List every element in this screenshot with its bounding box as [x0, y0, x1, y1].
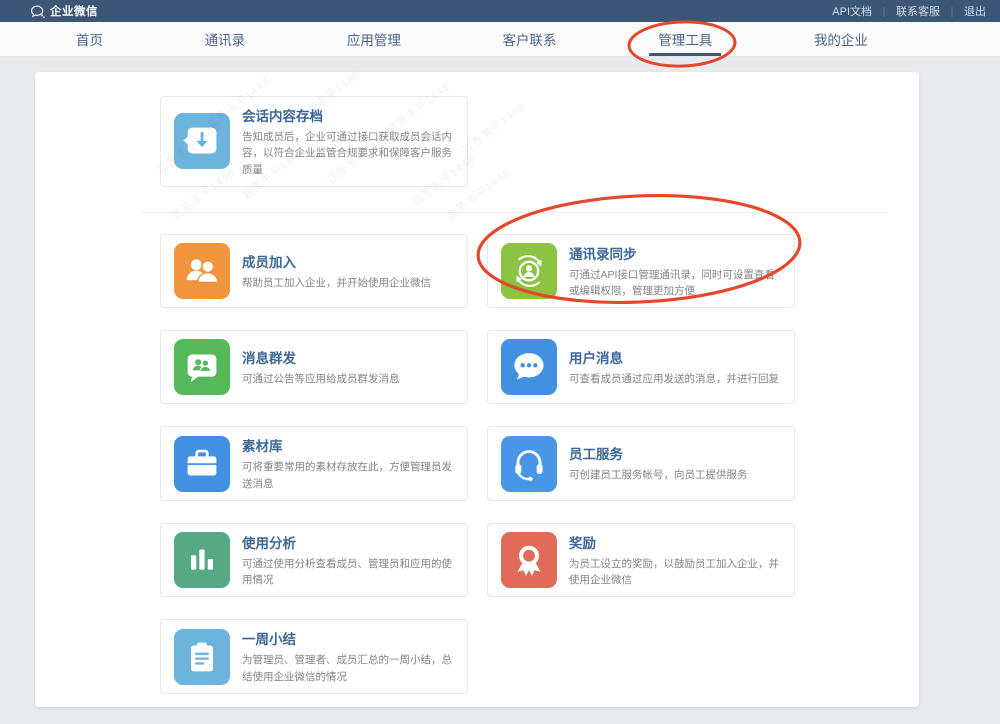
app-logo[interactable]: 企业微信 [30, 3, 98, 19]
card-title: 素材库 [242, 435, 455, 455]
tool-card-session-archive[interactable]: 会话内容存档 告知成员后，企业可通过接口获取成员会话内容，以符合企业监管合规要求… [160, 96, 468, 187]
top-links: API文档 ｜ 联系客服 ｜ 退出 [832, 3, 986, 19]
main-nav: 首页 通讯录 应用管理 客户联系 管理工具 我的企业 [0, 22, 1000, 57]
card-title: 奖励 [569, 532, 782, 552]
top-link-separator: ｜ [879, 4, 889, 19]
app-logo-text: 企业微信 [50, 3, 98, 19]
user-message-icon [501, 339, 557, 395]
card-desc: 可通过使用分析查看成员、管理员和应用的使用情况 [242, 556, 455, 589]
staff-service-icon [501, 436, 557, 492]
nav-tab-1[interactable]: 通讯录 [201, 22, 250, 56]
top-link-2[interactable]: 退出 [964, 3, 986, 19]
top-link-separator: ｜ [947, 4, 957, 19]
usage-analysis-icon [174, 532, 230, 588]
card-desc: 为管理员、管理者、成员汇总的一周小结，总结使用企业微信的情况 [242, 652, 455, 685]
nav-tab-4-active[interactable]: 管理工具 [654, 22, 716, 56]
members-join-icon [174, 243, 230, 299]
wechat-work-bubble-icon [30, 5, 45, 18]
tool-card-usage-analysis[interactable]: 使用分析可通过使用分析查看成员、管理员和应用的使用情况 [160, 523, 468, 598]
nav-tab-0[interactable]: 首页 [72, 22, 107, 56]
tool-card-members-join[interactable]: 成员加入帮助员工加入企业，并开始使用企业微信 [160, 234, 468, 309]
card-desc: 为员工设立的奖励，以鼓励员工加入企业，并使用企业微信 [569, 556, 782, 589]
tool-card-staff-service[interactable]: 员工服务可创建员工服务帐号，向员工提供服务 [487, 426, 795, 501]
card-title: 成员加入 [242, 251, 455, 271]
card-title: 一周小结 [242, 628, 455, 648]
tool-card-weekly-summary[interactable]: 一周小结为管理员、管理者、成员汇总的一周小结，总结使用企业微信的情况 [160, 619, 468, 694]
tool-card-user-message[interactable]: 用户消息可查看成员通过应用发送的消息，并进行回复 [487, 330, 795, 404]
tool-card-contacts-sync[interactable]: 通讯录同步可通过API接口管理通讯录，同时可设置查看或编辑权限，管理更加方便 [487, 234, 795, 309]
card-title: 会话内容存档 [242, 105, 455, 125]
contacts-sync-icon [501, 243, 557, 299]
tool-card-reward[interactable]: 奖励为员工设立的奖励，以鼓励员工加入企业，并使用企业微信 [487, 523, 795, 598]
nav-tab-3[interactable]: 客户联系 [499, 22, 561, 56]
top-link-1[interactable]: 联系客服 [896, 3, 940, 19]
tool-card-message-broadcast[interactable]: 消息群发可通过公告等应用给成员群发消息 [160, 330, 468, 404]
reward-icon [501, 532, 557, 588]
message-broadcast-icon [174, 339, 230, 395]
nav-tab-5[interactable]: 我的企业 [810, 22, 872, 56]
card-desc: 可通过公告等应用给成员群发消息 [242, 371, 455, 387]
card-title: 员工服务 [569, 443, 782, 463]
card-desc: 告知成员后，企业可通过接口获取成员会话内容，以符合企业监管合规要求和保障客户服务… [242, 129, 455, 178]
material-library-icon [174, 436, 230, 492]
weekly-summary-icon [174, 629, 230, 685]
card-desc: 可创建员工服务帐号，向员工提供服务 [569, 467, 782, 483]
card-desc: 帮助员工加入企业，并开始使用企业微信 [242, 275, 455, 291]
archive-download-icon [174, 113, 230, 169]
tools-grid: 成员加入帮助员工加入企业，并开始使用企业微信 通讯录同步可通过API接口管理通讯… [160, 234, 919, 724]
section-divider [140, 212, 888, 213]
nav-tab-2[interactable]: 应用管理 [343, 22, 405, 56]
top-bar: 企业微信 API文档 ｜ 联系客服 ｜ 退出 [0, 0, 1000, 22]
card-desc: 可将重要常用的素材存放在此，方便管理员发送消息 [242, 459, 455, 492]
card-title: 通讯录同步 [569, 243, 782, 263]
card-desc: 可查看成员通过应用发送的消息，并进行回复 [569, 371, 782, 387]
card-title: 用户消息 [569, 347, 782, 367]
card-desc: 可通过API接口管理通讯录，同时可设置查看或编辑权限，管理更加方便 [569, 267, 782, 300]
card-title: 消息群发 [242, 347, 455, 367]
page-background: 会话内容存档 告知成员后，企业可通过接口获取成员会话内容，以符合企业监管合规要求… [0, 57, 1000, 713]
tool-card-material-library[interactable]: 素材库可将重要常用的素材存放在此，方便管理员发送消息 [160, 426, 468, 501]
top-link-0[interactable]: API文档 [832, 3, 872, 19]
content-panel: 会话内容存档 告知成员后，企业可通过接口获取成员会话内容，以符合企业监管合规要求… [35, 72, 919, 707]
card-title: 使用分析 [242, 532, 455, 552]
